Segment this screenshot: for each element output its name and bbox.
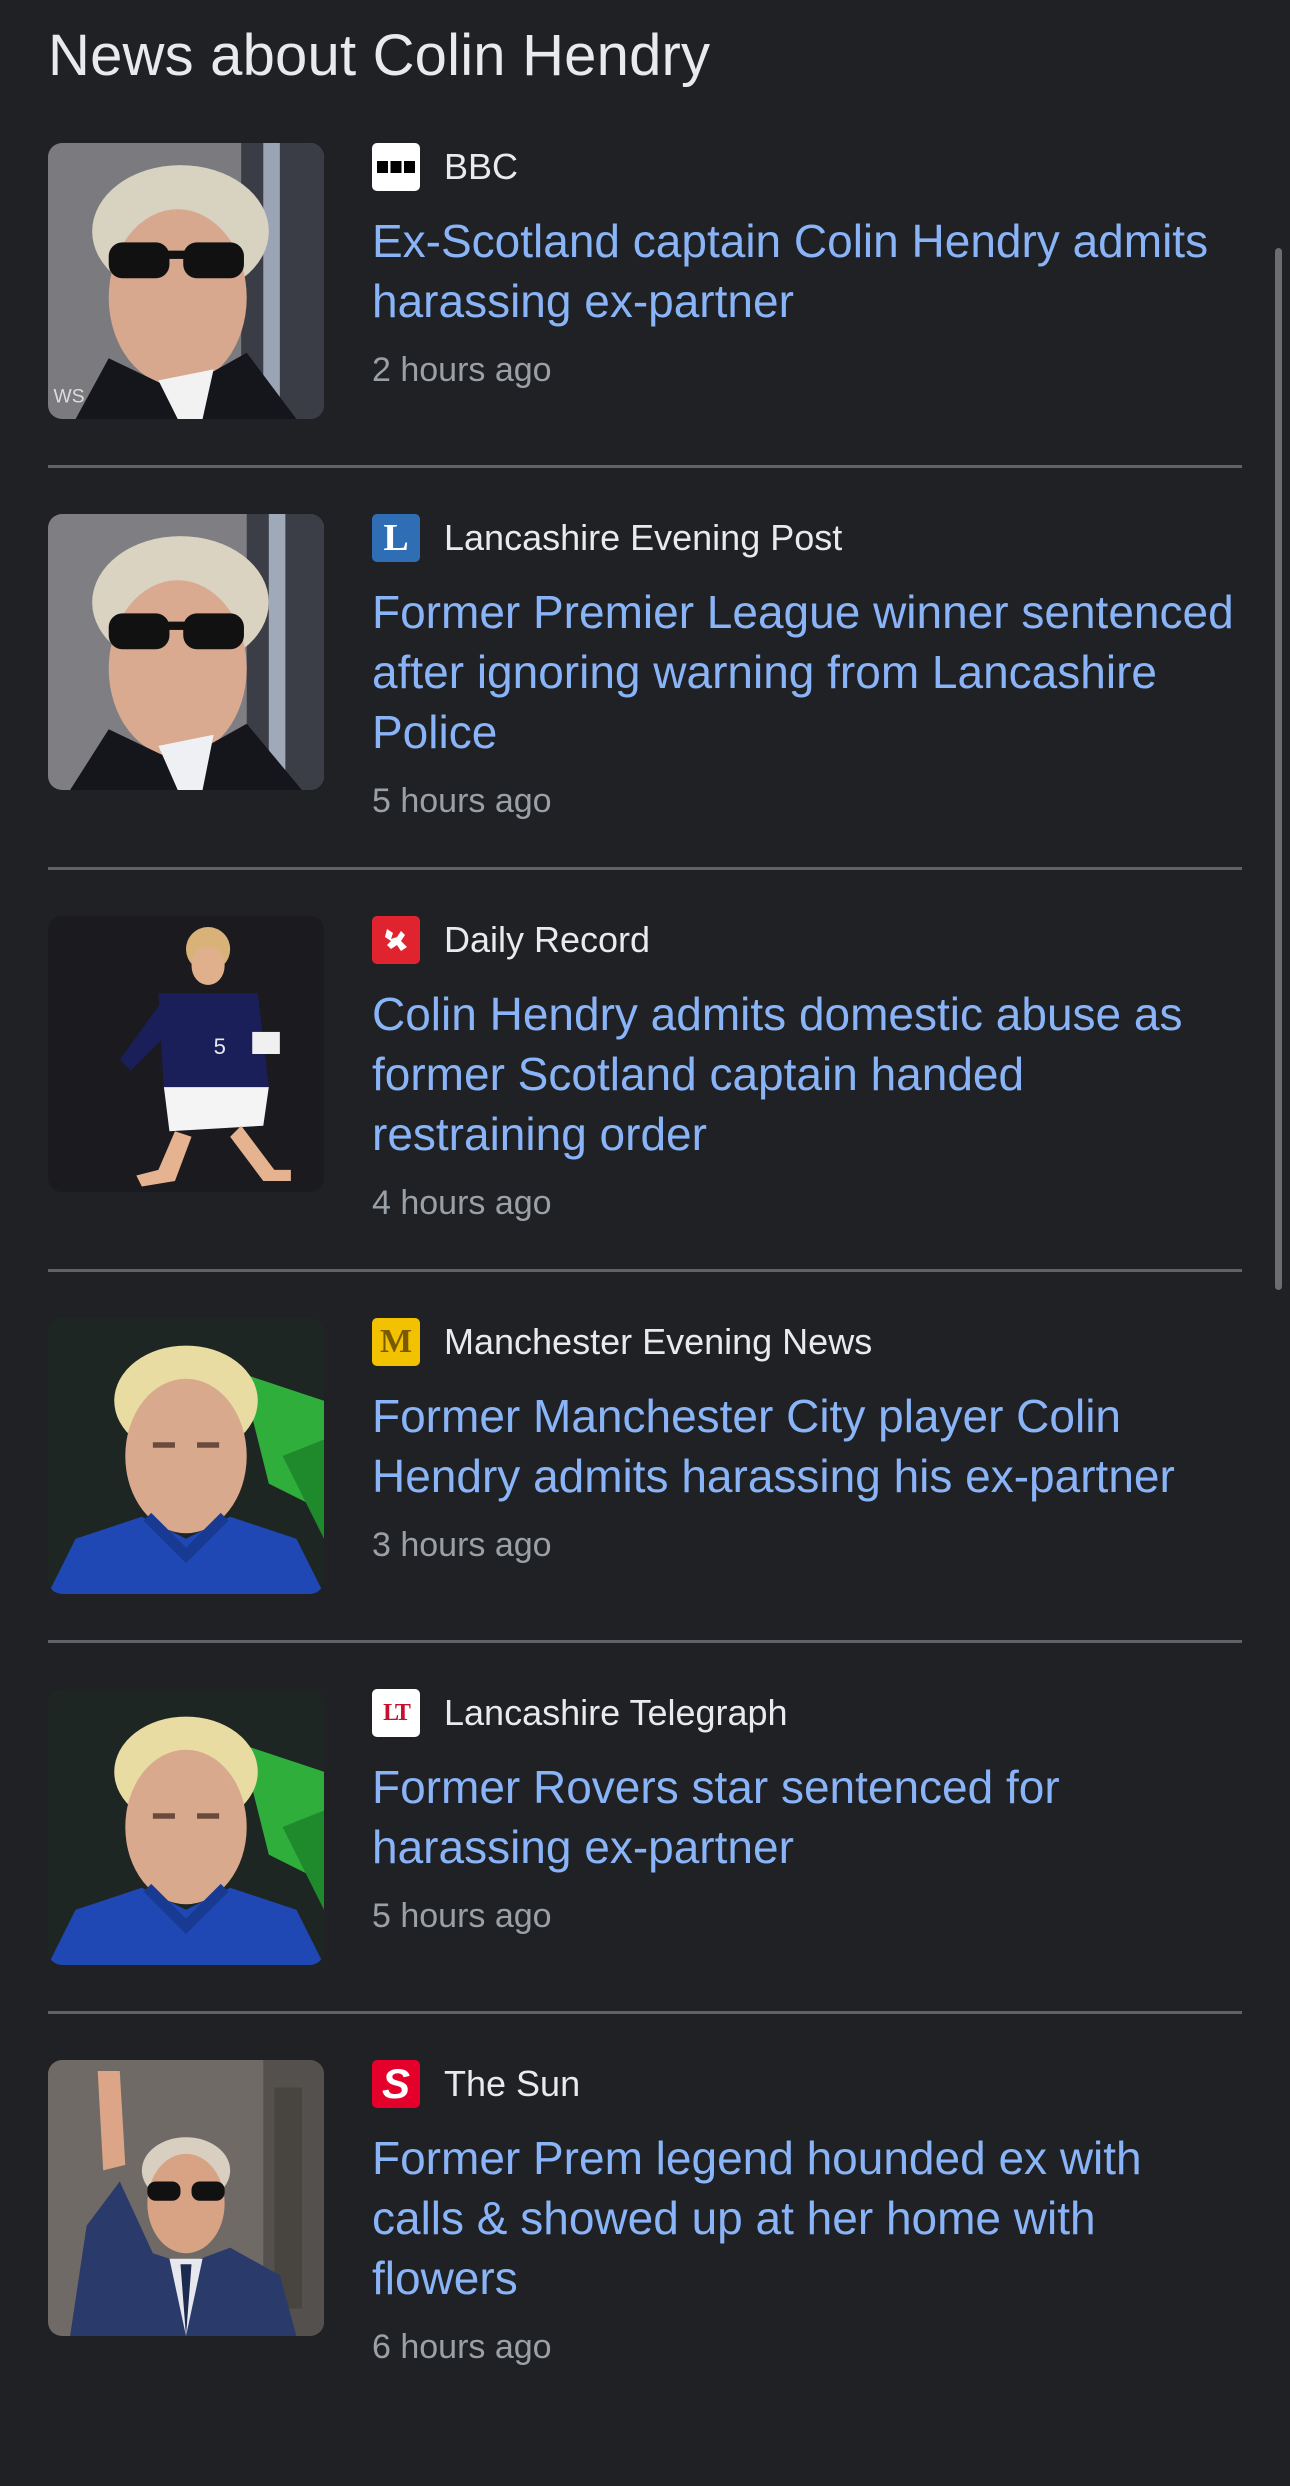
article-content: Daily Record Colin Hendry admits domesti… — [372, 916, 1242, 1223]
article-headline-link[interactable]: Former Rovers star sentenced for harassi… — [372, 1757, 1242, 1877]
source-row: Daily Record — [372, 916, 1242, 964]
article-headline-link[interactable]: Former Manchester City player Colin Hend… — [372, 1386, 1242, 1506]
article-timestamp: 5 hours ago — [372, 1897, 552, 1935]
source-name: Daily Record — [444, 919, 651, 960]
page-title: News about Colin Hendry — [48, 23, 711, 88]
lep-logo-icon: L — [372, 514, 420, 562]
article-timestamp: 5 hours ago — [372, 782, 552, 820]
article-timestamp: 6 hours ago — [372, 2328, 552, 2366]
article-timestamp: 2 hours ago — [372, 351, 552, 389]
source-name: The Sun — [444, 2063, 581, 2104]
news-item-lancashire-evening-post[interactable]: L Lancashire Evening Post Former Premier… — [48, 514, 1242, 870]
news-item-lancashire-telegraph[interactable]: LT Lancashire Telegraph Former Rovers st… — [48, 1689, 1242, 2014]
article-content: S The Sun Former Prem legend hounded ex … — [372, 2060, 1242, 2367]
news-list: WS BBC Ex-Scotland captain Colin Hendry … — [48, 143, 1242, 2459]
news-item-manchester-evening-news[interactable]: M Manchester Evening News Former Manches… — [48, 1318, 1242, 1643]
source-name: Manchester Evening News — [444, 1321, 873, 1362]
source-row: BBC — [372, 143, 1242, 191]
source-row: L Lancashire Evening Post — [372, 514, 1242, 562]
source-name: BBC — [444, 146, 519, 187]
logo-glyph: M — [379, 1323, 413, 1360]
article-thumbnail[interactable]: WS — [48, 143, 324, 419]
article-headline-link[interactable]: Colin Hendry admits domestic abuse as fo… — [372, 984, 1242, 1164]
article-content: M Manchester Evening News Former Manches… — [372, 1318, 1242, 1594]
the-sun-logo-icon: S — [372, 2060, 420, 2108]
article-content: L Lancashire Evening Post Former Premier… — [372, 514, 1242, 821]
daily-record-logo-icon — [372, 916, 420, 964]
source-row: S The Sun — [372, 2060, 1242, 2108]
men-logo-icon: M — [372, 1318, 420, 1366]
logo-glyph: LT — [383, 1699, 411, 1726]
article-headline-link[interactable]: Former Premier League winner sentenced a… — [372, 582, 1242, 762]
article-headline-link[interactable]: Former Prem legend hounded ex with calls… — [372, 2128, 1242, 2308]
source-row: LT Lancashire Telegraph — [372, 1689, 1242, 1737]
article-thumbnail[interactable] — [48, 1318, 324, 1594]
news-item-daily-record[interactable]: 5 Daily Record Colin Hendry admits domes… — [48, 916, 1242, 1272]
logo-glyph: S — [381, 2060, 410, 2107]
article-content: LT Lancashire Telegraph Former Rovers st… — [372, 1689, 1242, 1965]
bbc-logo-icon — [372, 143, 420, 191]
article-thumbnail[interactable] — [48, 2060, 324, 2336]
logo-glyph: L — [383, 517, 409, 559]
article-timestamp: 3 hours ago — [372, 1526, 552, 1564]
news-item-bbc[interactable]: WS BBC Ex-Scotland captain Colin Hendry … — [48, 143, 1242, 468]
article-headline-link[interactable]: Ex-Scotland captain Colin Hendry admits … — [372, 211, 1242, 331]
source-row: M Manchester Evening News — [372, 1318, 1242, 1366]
article-thumbnail[interactable] — [48, 514, 324, 790]
svg-text:5: 5 — [214, 1034, 226, 1059]
svg-text:WS: WS — [54, 386, 85, 407]
article-thumbnail[interactable] — [48, 1689, 324, 1965]
article-thumbnail[interactable]: 5 — [48, 916, 324, 1192]
lt-logo-icon: LT — [372, 1689, 420, 1737]
source-name: Lancashire Evening Post — [444, 517, 843, 558]
scrollbar[interactable] — [1275, 248, 1282, 1290]
article-timestamp: 4 hours ago — [372, 1184, 552, 1222]
article-content: BBC Ex-Scotland captain Colin Hendry adm… — [372, 143, 1242, 419]
source-name: Lancashire Telegraph — [444, 1692, 788, 1733]
news-item-the-sun[interactable]: S The Sun Former Prem legend hounded ex … — [48, 2060, 1242, 2413]
